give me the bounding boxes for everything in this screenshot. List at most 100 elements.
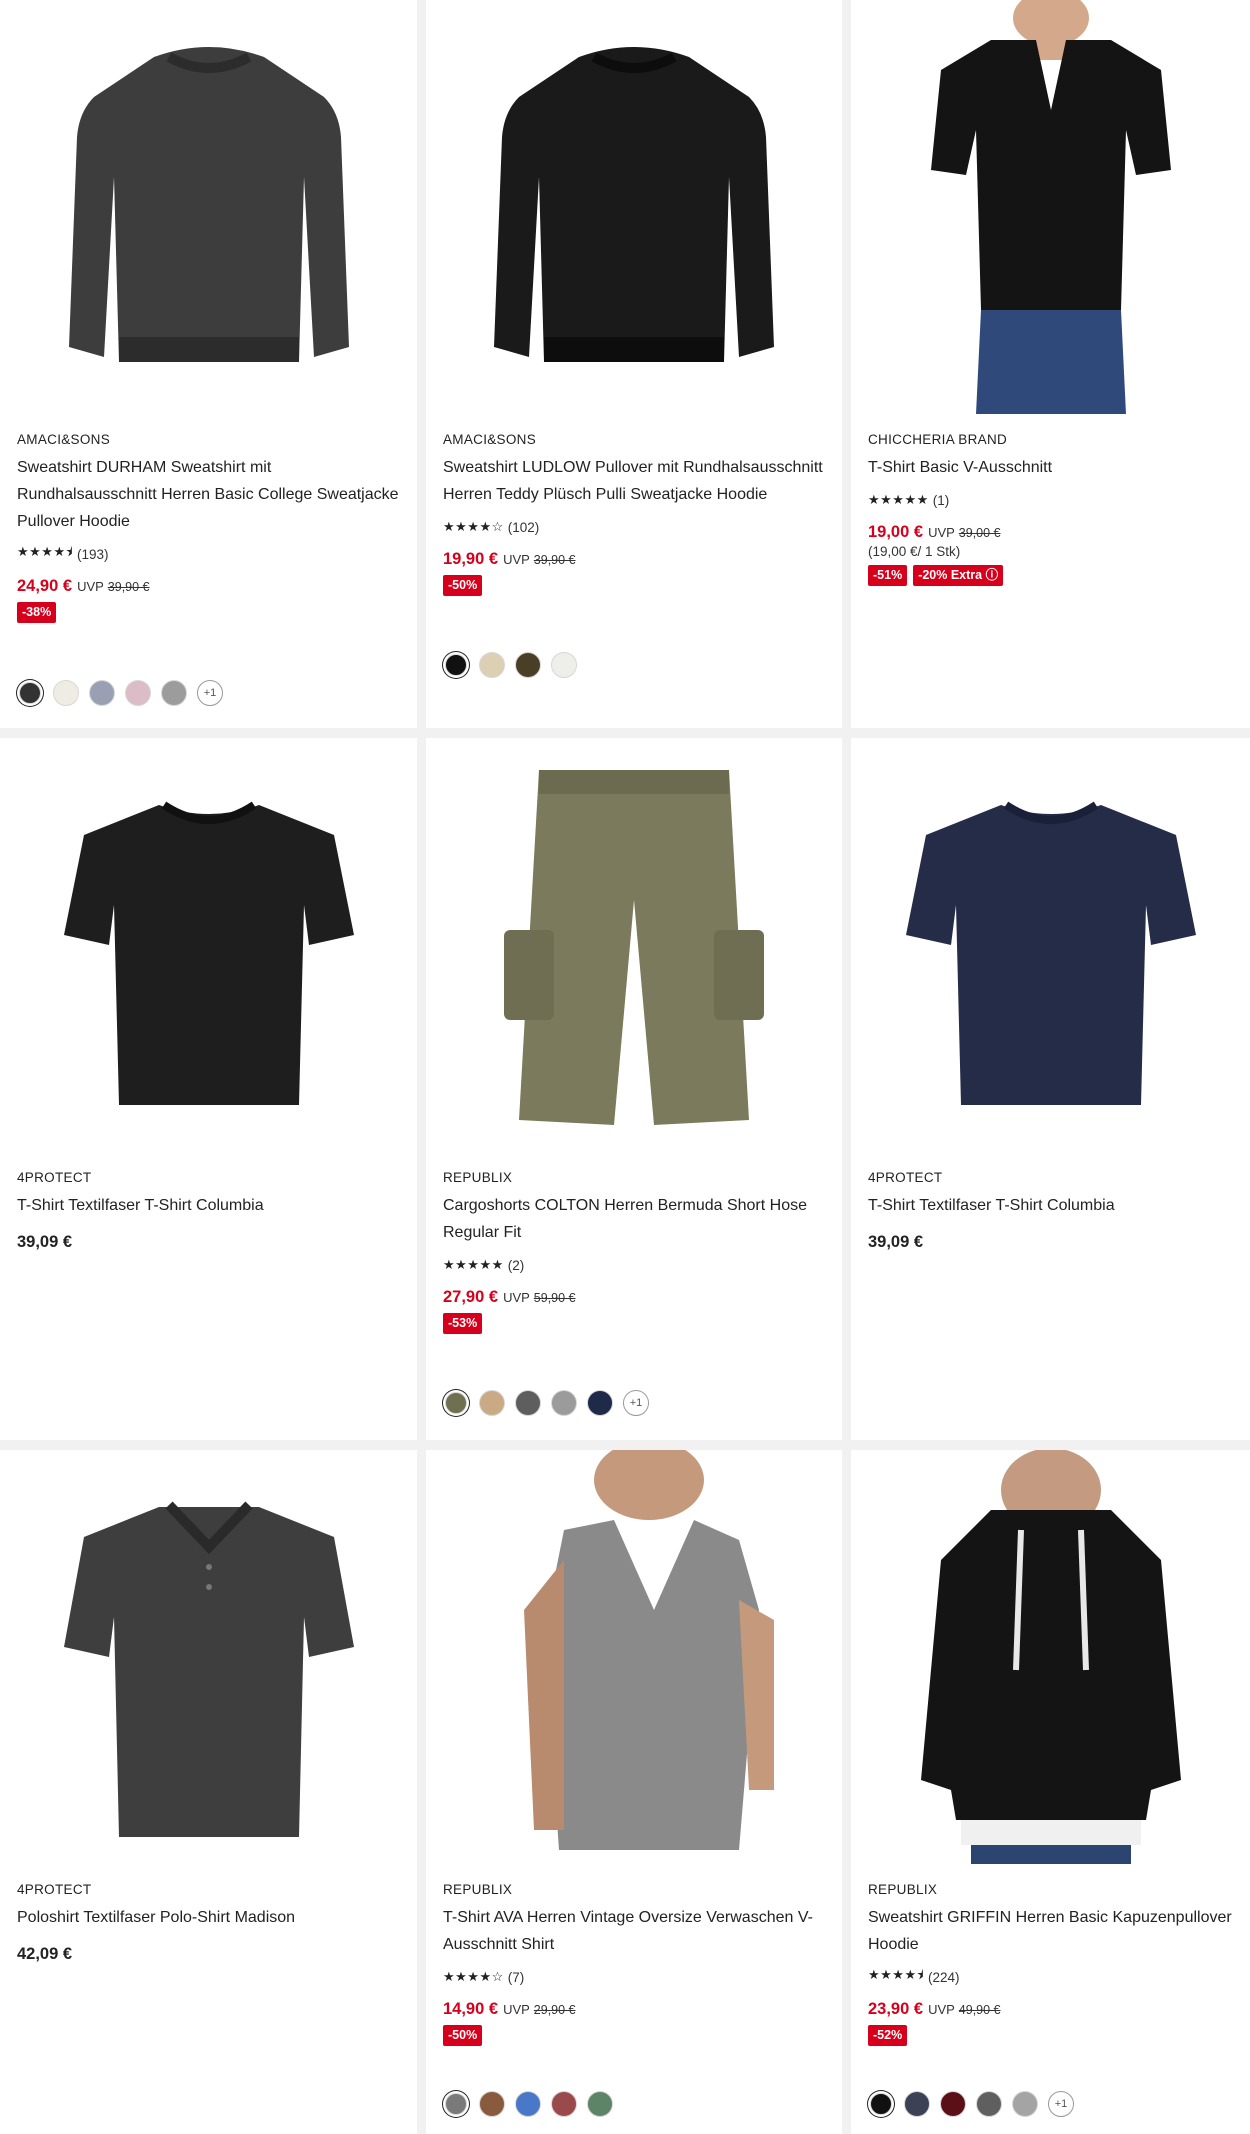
product-image-area[interactable] xyxy=(851,738,1250,1152)
rating-count: (7) xyxy=(507,1969,525,1985)
product-image[interactable] xyxy=(484,17,784,397)
product-card[interactable]: 4PROTECT T-Shirt Textilfaser T-Shirt Col… xyxy=(0,738,417,1440)
product-image[interactable] xyxy=(901,1450,1201,1864)
color-swatch[interactable] xyxy=(53,680,79,706)
color-swatches: +1 xyxy=(17,680,223,706)
discount-badge: -53% xyxy=(443,1313,483,1334)
original-price: 39,00 € xyxy=(958,526,1001,540)
color-swatch[interactable] xyxy=(479,1390,505,1416)
color-swatch[interactable] xyxy=(479,652,505,678)
product-title[interactable]: T-Shirt Basic V-Ausschnitt xyxy=(868,454,1236,481)
color-swatch[interactable] xyxy=(125,680,151,706)
product-image-area[interactable] xyxy=(851,1450,1250,1864)
color-swatch[interactable] xyxy=(976,2091,1002,2117)
product-image[interactable] xyxy=(921,0,1181,414)
color-swatch[interactable] xyxy=(940,2091,966,2117)
product-brand[interactable]: 4PROTECT xyxy=(868,1170,1236,1186)
product-image-area[interactable] xyxy=(0,1450,417,1864)
product-card[interactable]: 4PROTECT T-Shirt Textilfaser T-Shirt Col… xyxy=(851,738,1250,1440)
color-swatch[interactable] xyxy=(89,680,115,706)
color-swatch[interactable] xyxy=(445,2093,467,2115)
product-info: 4PROTECT Poloshirt Textilfaser Polo-Shir… xyxy=(17,1882,403,1964)
star-rating-icon: ★★★★☆ xyxy=(443,519,504,534)
color-swatch[interactable] xyxy=(479,2091,505,2117)
color-swatch[interactable] xyxy=(551,1390,577,1416)
discount-badge: -52% xyxy=(868,2025,908,2046)
current-price: 19,00 € xyxy=(868,523,924,541)
product-image[interactable] xyxy=(901,765,1201,1125)
product-image-area[interactable] xyxy=(426,738,842,1152)
more-colors-button[interactable]: +1 xyxy=(623,1390,649,1416)
current-price: 19,90 € xyxy=(443,550,499,568)
color-swatch[interactable] xyxy=(445,1392,467,1414)
product-card[interactable]: REPUBLIX T-Shirt AVA Herren Vintage Over… xyxy=(426,1450,842,2134)
color-swatch[interactable] xyxy=(445,654,467,676)
color-swatch[interactable] xyxy=(551,2091,577,2117)
uvp-label: UVP xyxy=(503,2002,530,2017)
product-image[interactable] xyxy=(484,1450,784,1864)
product-card[interactable]: 4PROTECT Poloshirt Textilfaser Polo-Shir… xyxy=(0,1450,417,2134)
product-image[interactable] xyxy=(59,765,359,1125)
product-title[interactable]: Sweatshirt LUDLOW Pullover mit Rundhalsa… xyxy=(443,454,828,508)
price-row: 24,90 € UVP 39,90 € xyxy=(17,577,403,596)
product-brand[interactable]: 4PROTECT xyxy=(17,1882,403,1898)
current-price: 27,90 € xyxy=(443,1288,499,1306)
product-card[interactable]: AMACI&SONS Sweatshirt LUDLOW Pullover mi… xyxy=(426,0,842,728)
product-brand[interactable]: REPUBLIX xyxy=(443,1882,828,1898)
product-title[interactable]: Sweatshirt GRIFFIN Herren Basic Kapuzenp… xyxy=(868,1904,1236,1958)
product-title[interactable]: T-Shirt Textilfaser T-Shirt Columbia xyxy=(17,1192,403,1219)
color-swatch[interactable] xyxy=(904,2091,930,2117)
product-image-area[interactable] xyxy=(851,0,1250,414)
more-colors-button[interactable]: +1 xyxy=(1048,2091,1074,2117)
product-brand[interactable]: REPUBLIX xyxy=(443,1170,828,1186)
color-swatches xyxy=(443,2091,613,2117)
product-card[interactable]: CHICCHERIA BRAND T-Shirt Basic V-Ausschn… xyxy=(851,0,1250,728)
product-image-area[interactable] xyxy=(426,1450,842,1864)
product-card[interactable]: REPUBLIX Cargoshorts COLTON Herren Bermu… xyxy=(426,738,842,1440)
rating-count: (224) xyxy=(928,1969,960,1985)
product-image-area[interactable] xyxy=(426,0,842,414)
product-title[interactable]: Sweatshirt DURHAM Sweatshirt mit Rundhal… xyxy=(17,454,403,535)
product-info: CHICCHERIA BRAND T-Shirt Basic V-Ausschn… xyxy=(868,432,1236,586)
color-swatch[interactable] xyxy=(161,680,187,706)
product-brand[interactable]: AMACI&SONS xyxy=(443,432,828,448)
product-title[interactable]: T-Shirt AVA Herren Vintage Oversize Verw… xyxy=(443,1904,828,1958)
color-swatch[interactable] xyxy=(1012,2091,1038,2117)
product-rating: ★★★★★ (1) xyxy=(868,491,1236,509)
price-row: 39,09 € xyxy=(868,1233,1236,1252)
color-swatch[interactable] xyxy=(515,2091,541,2117)
product-info: AMACI&SONS Sweatshirt DURHAM Sweatshirt … xyxy=(17,432,403,623)
original-price: 39,90 € xyxy=(107,580,150,594)
color-swatch[interactable] xyxy=(870,2093,892,2115)
product-info: REPUBLIX Cargoshorts COLTON Herren Bermu… xyxy=(443,1170,828,1334)
product-image[interactable] xyxy=(484,750,784,1140)
product-brand[interactable]: CHICCHERIA BRAND xyxy=(868,432,1236,448)
product-title[interactable]: T-Shirt Textilfaser T-Shirt Columbia xyxy=(868,1192,1236,1219)
product-brand[interactable]: REPUBLIX xyxy=(868,1882,1236,1898)
color-swatch[interactable] xyxy=(587,2091,613,2117)
uvp-label: UVP xyxy=(503,552,530,567)
product-brand[interactable]: 4PROTECT xyxy=(17,1170,403,1186)
product-image[interactable] xyxy=(59,1467,359,1847)
product-title[interactable]: Cargoshorts COLTON Herren Bermuda Short … xyxy=(443,1192,828,1246)
product-image-area[interactable] xyxy=(0,0,417,414)
price-row: 19,90 € UVP 39,90 € xyxy=(443,550,828,569)
product-image[interactable] xyxy=(59,17,359,397)
product-brand[interactable]: AMACI&SONS xyxy=(17,432,403,448)
more-colors-button[interactable]: +1 xyxy=(197,680,223,706)
product-image-area[interactable] xyxy=(0,738,417,1152)
color-swatch[interactable] xyxy=(551,652,577,678)
price-row: 39,09 € xyxy=(17,1233,403,1252)
product-card[interactable]: AMACI&SONS Sweatshirt DURHAM Sweatshirt … xyxy=(0,0,417,728)
color-swatch[interactable] xyxy=(19,682,41,704)
color-swatch[interactable] xyxy=(587,1390,613,1416)
product-card[interactable]: REPUBLIX Sweatshirt GRIFFIN Herren Basic… xyxy=(851,1450,1250,2134)
color-swatch[interactable] xyxy=(515,652,541,678)
product-title[interactable]: Poloshirt Textilfaser Polo-Shirt Madison xyxy=(17,1904,403,1931)
product-info: REPUBLIX Sweatshirt GRIFFIN Herren Basic… xyxy=(868,1882,1236,2046)
color-swatches: +1 xyxy=(443,1390,649,1416)
discount-badges: -51% -20% Extra ⓘ xyxy=(868,565,1236,586)
color-swatch[interactable] xyxy=(515,1390,541,1416)
rating-count: (102) xyxy=(507,519,540,535)
discount-badges: -53% xyxy=(443,1313,828,1334)
